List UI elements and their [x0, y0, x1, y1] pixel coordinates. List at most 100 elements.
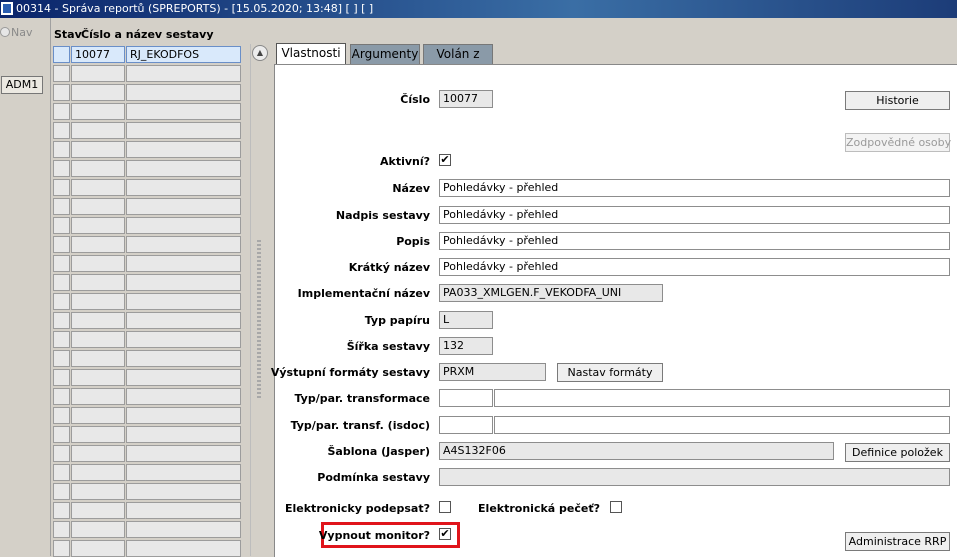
row-number-cell[interactable]	[71, 407, 125, 424]
row-stav-cell[interactable]	[53, 274, 70, 291]
row-code-cell[interactable]	[126, 445, 241, 462]
row-number-cell[interactable]	[71, 540, 125, 557]
row-stav-cell[interactable]	[53, 312, 70, 329]
scroll-up-icon[interactable]: ▲	[252, 45, 268, 61]
row-stav-cell[interactable]	[53, 388, 70, 405]
row-stav-cell[interactable]	[53, 255, 70, 272]
row-stav-cell[interactable]	[53, 521, 70, 538]
row-number-cell[interactable]	[71, 464, 125, 481]
row-code-cell[interactable]: RJ_EKODFOS	[126, 46, 241, 63]
row-code-cell[interactable]	[126, 540, 241, 557]
row-number-cell[interactable]	[71, 521, 125, 538]
cislo-field[interactable]: 10077	[439, 90, 493, 108]
row-code-cell[interactable]	[126, 103, 241, 120]
row-code-cell[interactable]	[126, 483, 241, 500]
par-isdoc-field[interactable]	[494, 416, 950, 434]
row-code-cell[interactable]	[126, 464, 241, 481]
row-number-cell[interactable]	[71, 198, 125, 215]
row-stav-cell[interactable]	[53, 217, 70, 234]
tab-argumenty[interactable]: Argumenty	[350, 44, 420, 64]
row-code-cell[interactable]	[126, 331, 241, 348]
row-number-cell[interactable]	[71, 388, 125, 405]
row-number-cell[interactable]	[71, 502, 125, 519]
row-code-cell[interactable]	[126, 426, 241, 443]
typ-isdoc-field[interactable]	[439, 416, 493, 434]
row-stav-cell[interactable]	[53, 236, 70, 253]
row-number-cell[interactable]	[71, 350, 125, 367]
row-number-cell[interactable]	[71, 312, 125, 329]
row-stav-cell[interactable]	[53, 331, 70, 348]
sirka-sestavy-field[interactable]: 132	[439, 337, 493, 355]
row-code-cell[interactable]	[126, 179, 241, 196]
row-code-cell[interactable]	[126, 350, 241, 367]
row-code-cell[interactable]	[126, 312, 241, 329]
row-number-cell[interactable]	[71, 426, 125, 443]
row-stav-cell[interactable]	[53, 540, 70, 557]
row-code-cell[interactable]	[126, 160, 241, 177]
nazev-field[interactable]: Pohledávky - přehled	[439, 179, 950, 197]
row-code-cell[interactable]	[126, 255, 241, 272]
historie-button[interactable]: Historie	[845, 91, 950, 110]
vystupni-formaty-field[interactable]: PRXM	[439, 363, 546, 381]
grid-scrollbar[interactable]: ▲	[250, 44, 269, 556]
row-number-cell[interactable]	[71, 103, 125, 120]
row-stav-cell[interactable]	[53, 445, 70, 462]
row-stav-cell[interactable]	[53, 426, 70, 443]
row-code-cell[interactable]	[126, 65, 241, 82]
row-code-cell[interactable]	[126, 274, 241, 291]
row-code-cell[interactable]	[126, 236, 241, 253]
row-stav-cell[interactable]	[53, 103, 70, 120]
row-number-cell[interactable]	[71, 141, 125, 158]
row-number-cell[interactable]: 10077	[71, 46, 125, 63]
row-number-cell[interactable]	[71, 84, 125, 101]
row-stav-cell[interactable]	[53, 179, 70, 196]
row-code-cell[interactable]	[126, 293, 241, 310]
row-stav-cell[interactable]	[53, 65, 70, 82]
aktivni-checkbox[interactable]: ✔	[439, 154, 451, 166]
adm1-button[interactable]: ADM1	[1, 76, 43, 94]
podminka-sestavy-field[interactable]	[439, 468, 950, 486]
row-stav-cell[interactable]	[53, 464, 70, 481]
par-transformace-field[interactable]	[494, 389, 950, 407]
row-code-cell[interactable]	[126, 521, 241, 538]
sablona-jasper-field[interactable]: A4S132F06	[439, 442, 834, 460]
elektronicky-podepsat-checkbox[interactable]	[439, 501, 451, 513]
zodpovedne-osoby-button[interactable]: Zodpovědné osoby	[845, 133, 951, 152]
row-code-cell[interactable]	[126, 217, 241, 234]
row-stav-cell[interactable]	[53, 483, 70, 500]
nav-radio[interactable]	[0, 27, 10, 37]
row-code-cell[interactable]	[126, 407, 241, 424]
row-number-cell[interactable]	[71, 255, 125, 272]
row-code-cell[interactable]	[126, 141, 241, 158]
nadpis-field[interactable]: Pohledávky - přehled	[439, 206, 950, 224]
row-number-cell[interactable]	[71, 160, 125, 177]
row-stav-cell[interactable]	[53, 46, 70, 63]
row-stav-cell[interactable]	[53, 350, 70, 367]
popis-field[interactable]: Pohledávky - přehled	[439, 232, 950, 250]
row-stav-cell[interactable]	[53, 84, 70, 101]
row-stav-cell[interactable]	[53, 293, 70, 310]
typ-transformace-field[interactable]	[439, 389, 493, 407]
kratky-nazev-field[interactable]: Pohledávky - přehled	[439, 258, 950, 276]
tab-volan-z[interactable]: Volán z	[423, 44, 493, 64]
row-number-cell[interactable]	[71, 445, 125, 462]
row-number-cell[interactable]	[71, 65, 125, 82]
administrace-rrp-button[interactable]: Administrace RRP	[845, 532, 950, 551]
row-number-cell[interactable]	[71, 122, 125, 139]
implementacni-nazev-field[interactable]: PA033_XMLGEN.F_VEKODFA_UNI	[439, 284, 663, 302]
row-code-cell[interactable]	[126, 502, 241, 519]
row-number-cell[interactable]	[71, 293, 125, 310]
definice-polozek-button[interactable]: Definice položek	[845, 443, 950, 462]
row-code-cell[interactable]	[126, 198, 241, 215]
row-stav-cell[interactable]	[53, 407, 70, 424]
row-number-cell[interactable]	[71, 483, 125, 500]
row-code-cell[interactable]	[126, 369, 241, 386]
row-number-cell[interactable]	[71, 217, 125, 234]
row-number-cell[interactable]	[71, 274, 125, 291]
row-stav-cell[interactable]	[53, 141, 70, 158]
typ-papiru-field[interactable]: L	[439, 311, 493, 329]
row-stav-cell[interactable]	[53, 160, 70, 177]
tab-vlastnosti[interactable]: Vlastnosti	[276, 43, 346, 65]
vypnout-monitor-checkbox[interactable]: ✔	[439, 528, 451, 540]
row-number-cell[interactable]	[71, 331, 125, 348]
